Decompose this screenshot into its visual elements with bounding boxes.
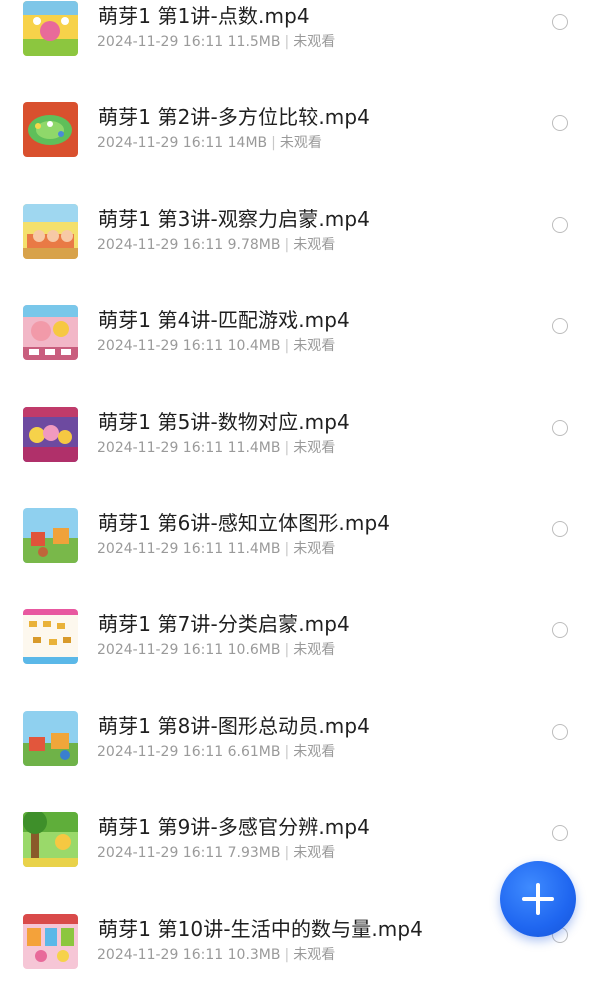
meta-separator: | <box>284 541 290 557</box>
watch-status: 未观看 <box>293 642 336 658</box>
watch-status: 未观看 <box>293 845 336 861</box>
file-meta: 2024-11-29 16:11 14MB | 未观看 <box>97 132 322 152</box>
meta-separator: | <box>284 338 290 354</box>
file-title: 萌芽1 第2讲-多方位比较.mp4 <box>98 105 370 129</box>
meta-separator: | <box>284 237 290 253</box>
file-meta: 2024-11-29 16:11 11.4MB | 未观看 <box>97 538 335 558</box>
watch-status: 未观看 <box>293 541 336 557</box>
file-meta: 2024-11-29 16:11 6.61MB | 未观看 <box>97 741 335 761</box>
file-row[interactable]: 萌芽1 第5讲-数物对应.mp4 2024-11-29 16:11 11.4MB |… <box>0 380 595 481</box>
file-title: 萌芽1 第4讲-匹配游戏.mp4 <box>98 308 350 332</box>
meta-separator: | <box>271 135 276 151</box>
file-meta: 2024-11-29 16:11 9.78MB | 未观看 <box>97 234 335 254</box>
file-meta: 2024-11-29 16:11 10.4MB | 未观看 <box>97 335 335 355</box>
select-radio[interactable] <box>552 420 568 436</box>
watch-status: 未观看 <box>279 135 322 151</box>
file-row[interactable]: 萌芽1 第2讲-多方位比较.mp4 2024-11-29 16:11 14MB | 未… <box>0 75 595 176</box>
video-thumbnail <box>23 204 78 259</box>
watch-status: 未观看 <box>293 947 336 963</box>
file-size: 6.61MB <box>227 744 281 760</box>
file-row[interactable]: 萌芽1 第8讲-图形总动员.mp4 2024-11-29 16:11 6.61MB… <box>0 684 595 785</box>
video-thumbnail <box>23 711 78 766</box>
file-title: 萌芽1 第6讲-感知立体图形.mp4 <box>98 511 391 535</box>
file-meta: 2024-11-29 16:11 10.6MB | 未观看 <box>97 639 335 659</box>
file-size: 11.4MB <box>227 440 281 456</box>
file-meta: 2024-11-29 16:11 11.5MB | 未观看 <box>97 31 335 51</box>
video-thumbnail <box>23 102 78 157</box>
file-size: 10.4MB <box>227 338 281 354</box>
file-date: 2024-11-29 16:11 <box>97 34 224 50</box>
meta-separator: | <box>284 947 290 963</box>
watch-status: 未观看 <box>293 744 336 760</box>
file-date: 2024-11-29 16:11 <box>97 541 224 557</box>
file-row[interactable]: 萌芽1 第3讲-观察力启蒙.mp4 2024-11-29 16:11 9.78MB… <box>0 177 595 278</box>
watch-status: 未观看 <box>293 338 336 354</box>
video-thumbnail <box>23 812 78 867</box>
video-thumbnail <box>23 508 78 563</box>
video-thumbnail <box>23 914 78 969</box>
file-row[interactable]: 萌芽1 第9讲-多感官分辨.mp4 2024-11-29 16:11 7.93MB… <box>0 785 595 886</box>
select-radio[interactable] <box>552 115 568 131</box>
file-size: 14MB <box>227 135 268 151</box>
file-date: 2024-11-29 16:11 <box>97 845 224 861</box>
file-size: 11.4MB <box>227 541 281 557</box>
file-title: 萌芽1 第8讲-图形总动员.mp4 <box>98 714 370 738</box>
watch-status: 未观看 <box>293 440 336 456</box>
file-title: 萌芽1 第9讲-多感官分辨.mp4 <box>98 815 370 839</box>
file-title: 萌芽1 第3讲-观察力启蒙.mp4 <box>98 207 370 231</box>
file-date: 2024-11-29 16:11 <box>97 440 224 456</box>
select-radio[interactable] <box>552 724 568 740</box>
file-title: 萌芽1 第7讲-分类启蒙.mp4 <box>98 612 350 636</box>
meta-separator: | <box>284 34 290 50</box>
meta-separator: | <box>284 642 290 658</box>
video-thumbnail <box>23 407 78 462</box>
file-row[interactable]: 萌芽1 第7讲-分类启蒙.mp4 2024-11-29 16:11 10.6MB |… <box>0 582 595 683</box>
file-date: 2024-11-29 16:11 <box>97 338 224 354</box>
file-size: 10.3MB <box>227 947 281 963</box>
select-radio[interactable] <box>552 14 568 30</box>
file-date: 2024-11-29 16:11 <box>97 135 224 151</box>
select-radio[interactable] <box>552 622 568 638</box>
select-radio[interactable] <box>552 318 568 334</box>
video-thumbnail <box>23 305 78 360</box>
meta-separator: | <box>284 845 290 861</box>
select-radio[interactable] <box>552 825 568 841</box>
file-date: 2024-11-29 16:11 <box>97 947 224 963</box>
file-size: 9.78MB <box>227 237 281 253</box>
file-title: 萌芽1 第5讲-数物对应.mp4 <box>98 410 350 434</box>
meta-separator: | <box>284 440 290 456</box>
file-size: 11.5MB <box>227 34 281 50</box>
video-thumbnail <box>23 1 78 56</box>
watch-status: 未观看 <box>293 237 336 253</box>
video-thumbnail <box>23 609 78 664</box>
file-row[interactable]: 萌芽1 第6讲-感知立体图形.mp4 2024-11-29 16:11 11.4M… <box>0 481 595 582</box>
add-button[interactable] <box>500 861 576 937</box>
file-title: 萌芽1 第10讲-生活中的数与量.mp4 <box>98 917 424 941</box>
meta-separator: | <box>284 744 290 760</box>
file-row[interactable]: 萌芽1 第4讲-匹配游戏.mp4 2024-11-29 16:11 10.4MB |… <box>0 278 595 379</box>
file-date: 2024-11-29 16:11 <box>97 744 224 760</box>
select-radio[interactable] <box>552 217 568 233</box>
file-date: 2024-11-29 16:11 <box>97 237 224 253</box>
file-size: 7.93MB <box>227 845 281 861</box>
file-title: 萌芽1 第1讲-点数.mp4 <box>98 4 310 28</box>
file-meta: 2024-11-29 16:11 11.4MB | 未观看 <box>97 437 335 457</box>
file-meta: 2024-11-29 16:11 10.3MB | 未观看 <box>97 944 335 964</box>
select-radio[interactable] <box>552 521 568 537</box>
file-date: 2024-11-29 16:11 <box>97 642 224 658</box>
file-size: 10.6MB <box>227 642 281 658</box>
watch-status: 未观看 <box>293 34 336 50</box>
file-row[interactable]: 萌芽1 第1讲-点数.mp4 2024-11-29 16:11 11.5MB | 未观… <box>0 0 595 75</box>
file-meta: 2024-11-29 16:11 7.93MB | 未观看 <box>97 842 335 862</box>
